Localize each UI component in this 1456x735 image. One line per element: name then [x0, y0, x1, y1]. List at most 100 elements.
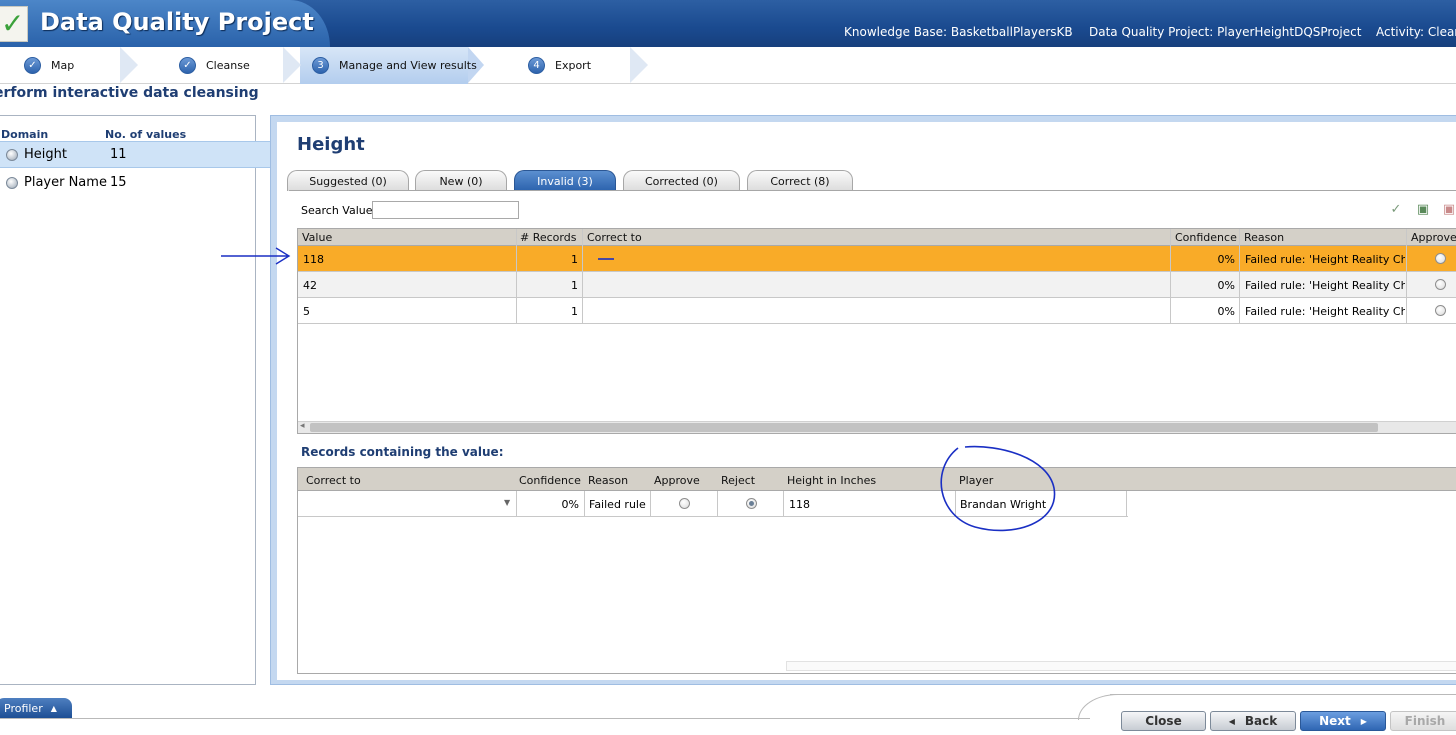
cell-records: 1: [571, 279, 578, 292]
tab-new[interactable]: New (0): [415, 170, 507, 191]
domain-name: Player Name: [24, 175, 107, 190]
tab-correct[interactable]: Correct (8): [747, 170, 853, 191]
app-icon: ✓: [0, 6, 28, 42]
column-divider: [1126, 491, 1127, 516]
column-divider: [582, 229, 583, 324]
next-button[interactable]: Next ▶: [1300, 711, 1386, 731]
cell-confidence: 0%: [1217, 253, 1235, 266]
search-label: Search Value:: [301, 204, 377, 217]
domain-icon: [6, 176, 18, 189]
export-icon[interactable]: ▣: [1415, 202, 1431, 218]
step-export[interactable]: 4 Export: [528, 47, 591, 84]
knowledge-base-info: Knowledge Base: BasketballPlayersKB: [844, 25, 1073, 39]
reject-icon[interactable]: ▣: [1441, 202, 1456, 218]
check-icon: ✓: [24, 57, 41, 74]
scrollbar-thumb[interactable]: [310, 423, 1378, 432]
arrow-left-icon: ◀: [1228, 716, 1235, 726]
tab-baseline: [289, 190, 1456, 191]
column-header-value[interactable]: Value: [302, 231, 332, 244]
profiler-tab[interactable]: Profiler ▲: [0, 698, 72, 718]
column-header-reason[interactable]: Reason: [588, 474, 628, 487]
column-header-approve[interactable]: Approve: [1411, 231, 1456, 244]
cell-value: 118: [303, 253, 324, 266]
tab-suggested[interactable]: Suggested (0): [287, 170, 409, 191]
back-button[interactable]: ◀ Back: [1210, 711, 1296, 731]
cell-reason: Failed rule: 'Height Reality Check ': [1245, 305, 1405, 318]
column-divider: [717, 491, 718, 516]
table-row[interactable]: ▼ 0% Failed rule: ' 118 Brandan Wright: [298, 491, 1128, 517]
activity-info: Activity: Cleanse: [1376, 25, 1456, 39]
cell-confidence: 0%: [1217, 279, 1235, 292]
step-label: Export: [555, 59, 592, 72]
column-divider: [783, 491, 784, 516]
horizontal-scrollbar[interactable]: ◂: [298, 421, 1456, 433]
table-row[interactable]: 42 1 0% Failed rule: 'Height Reality Che…: [298, 272, 1456, 298]
column-header-correct-to[interactable]: Correct to: [587, 231, 642, 244]
horizontal-scrollbar[interactable]: [786, 661, 1456, 671]
step-separator: [630, 47, 648, 83]
column-header-player[interactable]: Player: [959, 474, 993, 487]
column-header-reject[interactable]: Reject: [721, 474, 755, 487]
step-label: Map: [51, 59, 75, 72]
column-header-reason[interactable]: Reason: [1244, 231, 1284, 244]
cell-player: Brandan Wright: [960, 498, 1047, 511]
table-row[interactable]: 118 1 0% Failed rule: 'Height Reality Ch…: [298, 246, 1456, 272]
domain-name: Height: [24, 147, 67, 162]
step-manage-view-results[interactable]: 3 Manage and View results: [312, 47, 477, 84]
cell-reason: Failed rule: 'Height Reality Check ': [1245, 279, 1405, 292]
tab-corrected[interactable]: Corrected (0): [623, 170, 740, 191]
dropdown-arrow-icon[interactable]: ▼: [504, 498, 510, 507]
count-column-header: No. of values: [105, 128, 187, 141]
grid-header: Correct to Confidence Reason Approve Rej…: [298, 468, 1456, 491]
domain-item-player-name[interactable]: Player Name 15: [0, 169, 272, 196]
invalid-values-grid: Value # Records Correct to Confidence Re…: [297, 228, 1456, 434]
bottom-divider: [0, 718, 1090, 719]
step-map[interactable]: ✓ Map: [24, 47, 74, 84]
column-header-records[interactable]: # Records: [520, 231, 576, 244]
approve-radio[interactable]: [1435, 305, 1446, 316]
column-divider: [584, 491, 585, 516]
search-value-input[interactable]: [372, 201, 519, 219]
column-divider: [650, 491, 651, 516]
table-row[interactable]: 5 1 0% Failed rule: 'Height Reality Chec…: [298, 298, 1456, 324]
main-content: Height Suggested (0) New (0) Invalid (3)…: [277, 122, 1456, 680]
step-number-icon: 3: [312, 57, 329, 74]
domain-count: 11: [110, 147, 127, 162]
tab-invalid[interactable]: Invalid (3): [514, 170, 616, 191]
finish-button[interactable]: Finish: [1390, 711, 1456, 731]
cell-height: 118: [789, 498, 810, 511]
approve-radio[interactable]: [1435, 279, 1446, 290]
profiler-label: Profiler: [4, 701, 43, 715]
step-label: Cleanse: [206, 59, 250, 72]
domain-column-header: Domain: [1, 128, 49, 141]
approve-radio[interactable]: [1435, 253, 1446, 264]
column-divider: [955, 491, 956, 516]
grid-header: Value # Records Correct to Confidence Re…: [298, 229, 1456, 246]
close-button[interactable]: Close: [1121, 711, 1206, 731]
cell-value: 42: [303, 279, 317, 292]
column-header-correct-to[interactable]: Correct to: [306, 474, 361, 487]
cell-confidence: 0%: [561, 498, 579, 511]
wizard-steps: ✓ Map ✓ Cleanse 3 Manage and View result…: [0, 47, 1456, 84]
column-header-height[interactable]: Height in Inches: [787, 474, 876, 487]
column-header-confidence[interactable]: Confidence: [1175, 231, 1237, 244]
cell-records: 1: [571, 305, 578, 318]
column-divider: [1239, 229, 1240, 324]
reject-radio[interactable]: [746, 498, 757, 509]
domain-item-height[interactable]: Height 11: [0, 141, 272, 168]
page-heading: erform interactive data cleansing: [0, 85, 259, 101]
app-title: Data Quality Project: [40, 8, 314, 36]
approve-all-icon[interactable]: ✓: [1388, 202, 1404, 218]
records-grid: Correct to Confidence Reason Approve Rej…: [297, 467, 1456, 674]
cell-records: 1: [571, 253, 578, 266]
column-divider: [516, 229, 517, 324]
cell-value: 5: [303, 305, 310, 318]
domain-list-panel: Domain No. of values Height 11 Player Na…: [0, 115, 272, 685]
step-cleanse[interactable]: ✓ Cleanse: [179, 47, 250, 84]
scroll-left-icon[interactable]: ◂: [300, 421, 305, 431]
step-separator: [120, 47, 138, 83]
column-header-confidence[interactable]: Confidence: [519, 474, 581, 487]
cell-reason: Failed rule: ': [589, 498, 647, 511]
approve-radio[interactable]: [679, 498, 690, 509]
column-header-approve[interactable]: Approve: [654, 474, 700, 487]
